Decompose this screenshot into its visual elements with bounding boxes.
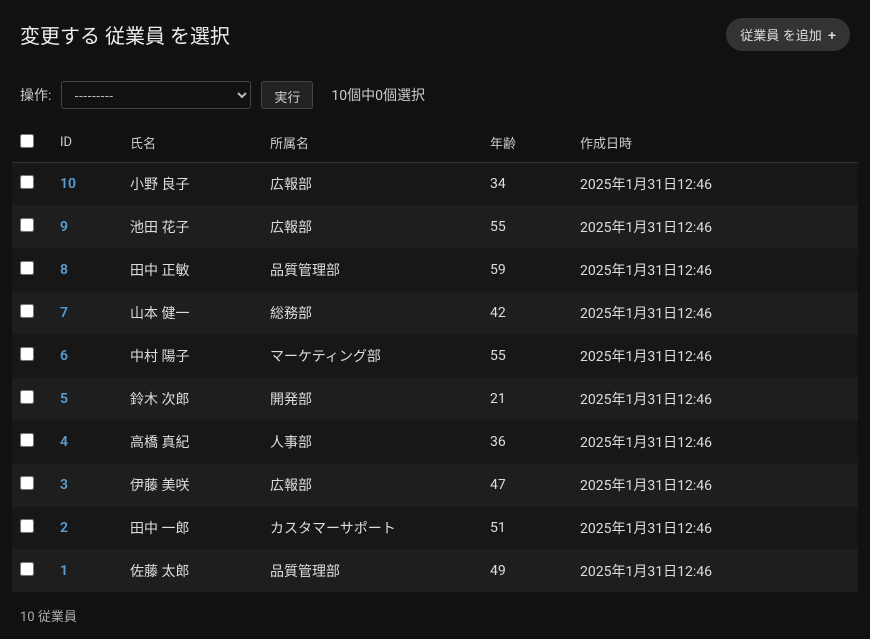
id-link[interactable]: 1 — [60, 563, 68, 579]
cell-dept: 開発部 — [262, 378, 482, 421]
column-header-id[interactable]: ID — [52, 123, 122, 163]
id-link[interactable]: 10 — [60, 176, 76, 192]
cell-created: 2025年1月31日12:46 — [572, 335, 858, 378]
row-checkbox[interactable] — [20, 433, 34, 447]
cell-created: 2025年1月31日12:46 — [572, 249, 858, 292]
row-checkbox[interactable] — [20, 390, 34, 404]
id-link[interactable]: 3 — [60, 477, 68, 493]
cell-age: 49 — [482, 550, 572, 593]
id-link[interactable]: 4 — [60, 434, 68, 450]
cell-age: 51 — [482, 507, 572, 550]
cell-dept: 品質管理部 — [262, 550, 482, 593]
cell-dept: 人事部 — [262, 421, 482, 464]
footer-count: 10 従業員 — [0, 592, 870, 639]
id-link[interactable]: 6 — [60, 348, 68, 364]
cell-created: 2025年1月31日12:46 — [572, 292, 858, 335]
cell-name: 小野 良子 — [122, 163, 262, 206]
table-header-row: ID 氏名 所属名 年齢 作成日時 — [12, 123, 858, 163]
cell-age: 55 — [482, 206, 572, 249]
table-row: 9 池田 花子広報部552025年1月31日12:46 — [12, 206, 858, 249]
row-checkbox[interactable] — [20, 261, 34, 275]
id-link[interactable]: 5 — [60, 391, 68, 407]
plus-icon: + — [828, 27, 836, 43]
cell-name: 佐藤 太郎 — [122, 550, 262, 593]
action-select[interactable]: --------- — [61, 81, 251, 109]
cell-created: 2025年1月31日12:46 — [572, 206, 858, 249]
add-employee-button[interactable]: 従業員 を追加 + — [726, 18, 850, 51]
row-checkbox[interactable] — [20, 175, 34, 189]
cell-dept: 広報部 — [262, 163, 482, 206]
table-row: 5 鈴木 次郎開発部212025年1月31日12:46 — [12, 378, 858, 421]
column-header-name[interactable]: 氏名 — [122, 123, 262, 163]
cell-name: 中村 陽子 — [122, 335, 262, 378]
cell-dept: 品質管理部 — [262, 249, 482, 292]
cell-name: 高橋 真紀 — [122, 421, 262, 464]
cell-dept: 広報部 — [262, 464, 482, 507]
id-link[interactable]: 2 — [60, 520, 68, 536]
cell-age: 59 — [482, 249, 572, 292]
row-checkbox[interactable] — [20, 304, 34, 318]
cell-dept: カスタマーサポート — [262, 507, 482, 550]
table-row: 3 伊藤 美咲広報部472025年1月31日12:46 — [12, 464, 858, 507]
cell-name: 田中 一郎 — [122, 507, 262, 550]
column-header-age[interactable]: 年齢 — [482, 123, 572, 163]
cell-name: 鈴木 次郎 — [122, 378, 262, 421]
employee-table: ID 氏名 所属名 年齢 作成日時 10小野 良子広報部342025年1月31日… — [12, 123, 858, 592]
selection-counter: 10個中0個選択 — [331, 85, 425, 105]
cell-dept: 総務部 — [262, 292, 482, 335]
table-row: 7 山本 健一総務部422025年1月31日12:46 — [12, 292, 858, 335]
cell-name: 池田 花子 — [122, 206, 262, 249]
table-row: 4 高橋 真紀人事部362025年1月31日12:46 — [12, 421, 858, 464]
cell-created: 2025年1月31日12:46 — [572, 550, 858, 593]
cell-dept: マーケティング部 — [262, 335, 482, 378]
row-checkbox[interactable] — [20, 218, 34, 232]
column-header-dept[interactable]: 所属名 — [262, 123, 482, 163]
cell-name: 山本 健一 — [122, 292, 262, 335]
add-button-label: 従業員 を追加 — [740, 25, 822, 44]
cell-age: 21 — [482, 378, 572, 421]
cell-age: 34 — [482, 163, 572, 206]
table-row: 10 小野 良子広報部342025年1月31日12:46 — [12, 163, 858, 206]
cell-age: 42 — [482, 292, 572, 335]
cell-name: 伊藤 美咲 — [122, 464, 262, 507]
row-checkbox[interactable] — [20, 476, 34, 490]
cell-created: 2025年1月31日12:46 — [572, 464, 858, 507]
table-row: 8 田中 正敏品質管理部592025年1月31日12:46 — [12, 249, 858, 292]
actions-label: 操作: — [20, 85, 51, 105]
header-row: 変更する 従業員 を選択 従業員 を追加 + — [0, 0, 870, 59]
cell-created: 2025年1月31日12:46 — [572, 507, 858, 550]
table-row: 1 佐藤 太郎品質管理部492025年1月31日12:46 — [12, 550, 858, 593]
table-row: 2 田中 一郎カスタマーサポート512025年1月31日12:46 — [12, 507, 858, 550]
select-all-checkbox[interactable] — [20, 134, 34, 148]
select-all-header — [12, 123, 52, 163]
id-link[interactable]: 9 — [60, 219, 68, 235]
page-title: 変更する 従業員 を選択 — [20, 20, 230, 49]
id-link[interactable]: 8 — [60, 262, 68, 278]
cell-age: 47 — [482, 464, 572, 507]
go-button[interactable]: 実行 — [261, 81, 313, 109]
row-checkbox[interactable] — [20, 562, 34, 576]
column-header-created[interactable]: 作成日時 — [572, 123, 858, 163]
cell-name: 田中 正敏 — [122, 249, 262, 292]
cell-created: 2025年1月31日12:46 — [572, 163, 858, 206]
cell-created: 2025年1月31日12:46 — [572, 421, 858, 464]
cell-age: 36 — [482, 421, 572, 464]
row-checkbox[interactable] — [20, 347, 34, 361]
id-link[interactable]: 7 — [60, 305, 68, 321]
row-checkbox[interactable] — [20, 519, 34, 533]
cell-age: 55 — [482, 335, 572, 378]
cell-created: 2025年1月31日12:46 — [572, 378, 858, 421]
cell-dept: 広報部 — [262, 206, 482, 249]
actions-bar: 操作: --------- 実行 10個中0個選択 — [0, 59, 870, 123]
table-row: 6 中村 陽子マーケティング部552025年1月31日12:46 — [12, 335, 858, 378]
